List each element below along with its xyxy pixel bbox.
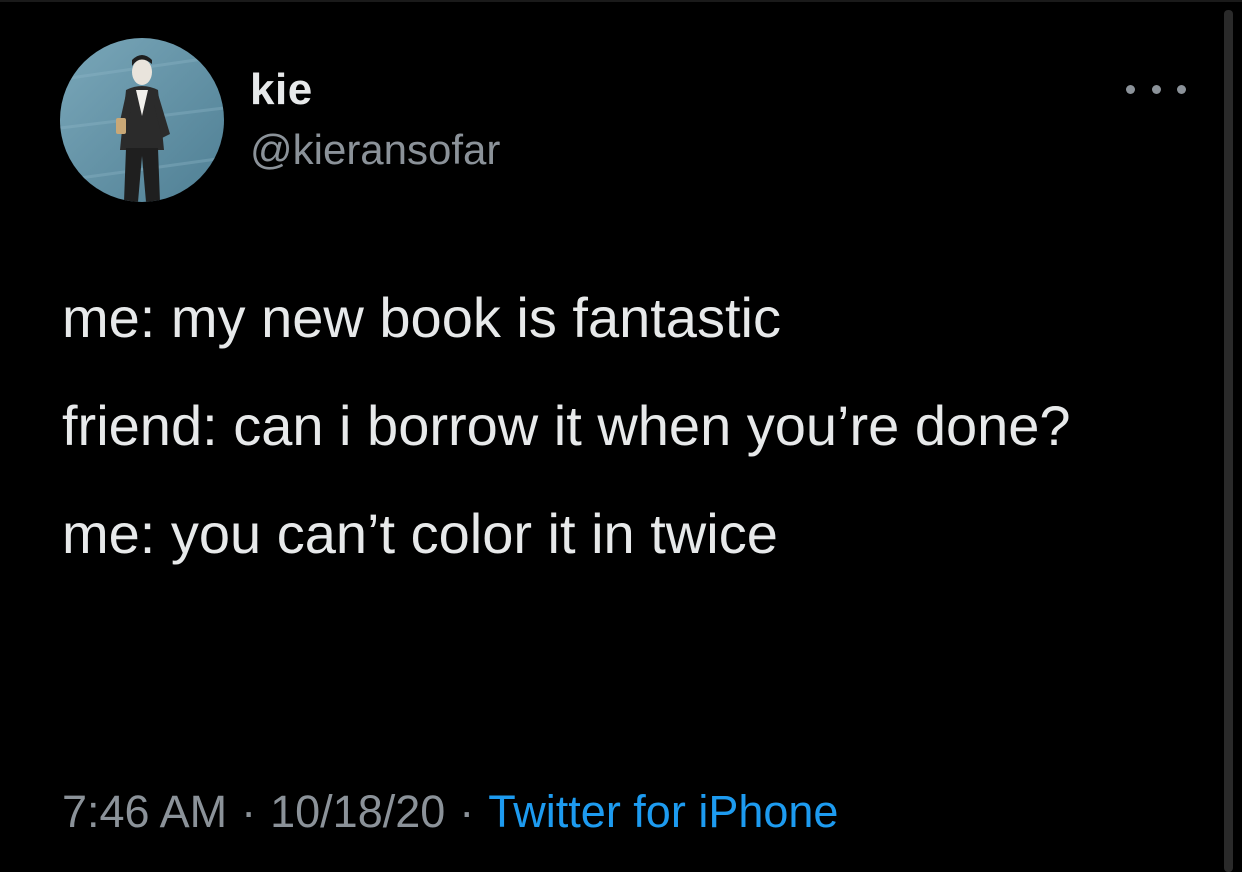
tweet-time[interactable]: 7:46 AM: [62, 786, 227, 837]
top-divider: [0, 0, 1242, 2]
person-illustration-avatar-icon: [60, 38, 224, 202]
ellipsis-icon: [1126, 84, 1135, 94]
ellipsis-icon: [1151, 84, 1161, 94]
tweet-card: kie @kieransofar me: my new book is fant…: [0, 0, 1242, 872]
tweet-line: friend: can i borrow it when you’re done…: [62, 394, 1071, 457]
tweet-line: me: you can’t color it in twice: [62, 502, 778, 565]
more-options-button[interactable]: [1126, 74, 1186, 104]
meta-separator: ·: [241, 786, 257, 837]
tweet-date[interactable]: 10/18/20: [270, 786, 445, 837]
user-handle[interactable]: @kieransofar: [250, 124, 500, 176]
display-name[interactable]: kie: [250, 64, 313, 116]
ellipsis-icon: [1177, 84, 1186, 94]
tweet-text: me: my new book is fantastic friend: can…: [62, 282, 1162, 606]
scrollbar[interactable]: [1224, 10, 1233, 872]
tweet-metadata: 7:46 AM · 10/18/20 · Twitter for iPhone: [62, 784, 838, 840]
tweet-line: me: my new book is fantastic: [62, 286, 781, 349]
avatar[interactable]: [60, 38, 224, 202]
meta-separator: ·: [459, 786, 475, 837]
tweet-source-link[interactable]: Twitter for iPhone: [488, 786, 838, 837]
